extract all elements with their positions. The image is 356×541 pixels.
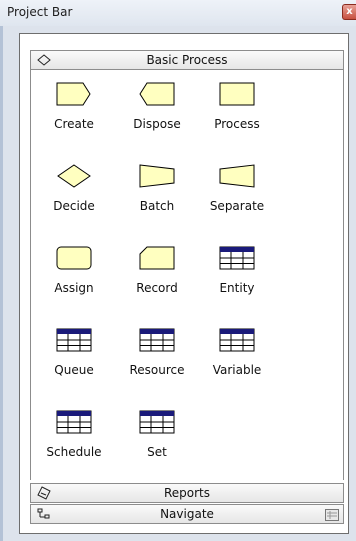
record-shape-icon [139, 246, 175, 270]
table-icon [56, 410, 92, 434]
module-label: Assign [54, 281, 94, 295]
module-dispose[interactable]: Dispose [117, 82, 197, 142]
module-batch[interactable]: Batch [117, 164, 197, 224]
module-schedule[interactable]: Schedule [34, 410, 114, 470]
module-create[interactable]: Create [34, 82, 114, 142]
module-label: Resource [129, 363, 185, 377]
module-record[interactable]: Record [117, 246, 197, 306]
separate-shape-icon [219, 164, 255, 188]
module-set[interactable]: Set [117, 410, 197, 470]
module-label: Create [54, 117, 94, 131]
decide-diamond-icon [57, 164, 91, 188]
table-icon [56, 328, 92, 352]
module-label: Batch [139, 199, 175, 213]
module-process[interactable]: Process [197, 82, 277, 142]
module-resource[interactable]: Resource [117, 328, 197, 388]
module-label: Decide [53, 199, 95, 213]
module-label: Entity [219, 281, 255, 295]
panel-header-basic-process[interactable]: Basic Process [30, 50, 344, 70]
close-button[interactable]: x [342, 4, 356, 20]
module-label: Separate [209, 199, 265, 213]
title-bar[interactable]: Project Bar x [0, 0, 356, 26]
panel-header-label: Reports [163, 486, 211, 500]
panel-header-label: Navigate [160, 507, 214, 521]
batch-shape-icon [139, 164, 175, 188]
module-label: Set [147, 445, 167, 459]
panel-options-icon[interactable] [325, 509, 339, 521]
close-icon: x [346, 6, 353, 17]
table-icon [139, 328, 175, 352]
panel-header-reports[interactable]: Reports [30, 483, 344, 503]
module-label: Record [136, 281, 178, 295]
window-edge [0, 26, 3, 541]
module-label: Variable [212, 363, 262, 377]
create-shape-icon [56, 82, 91, 106]
module-panel-basic-process: Create Dispose Process Decide Batch Sepa… [30, 70, 344, 480]
module-label: Schedule [46, 445, 102, 459]
module-decide[interactable]: Decide [34, 164, 114, 224]
table-icon [219, 246, 255, 270]
module-label: Queue [54, 363, 94, 377]
panel-header-navigate[interactable]: Navigate [30, 504, 344, 524]
module-label: Dispose [133, 117, 181, 131]
process-shape-icon [219, 82, 255, 106]
module-assign[interactable]: Assign [34, 246, 114, 306]
module-queue[interactable]: Queue [34, 328, 114, 388]
module-label: Process [214, 117, 260, 131]
window-title: Project Bar [7, 5, 73, 19]
module-entity[interactable]: Entity [197, 246, 277, 306]
assign-shape-icon [56, 246, 92, 270]
panel-header-label: Basic Process [146, 53, 228, 67]
module-separate[interactable]: Separate [197, 164, 277, 224]
module-variable[interactable]: Variable [197, 328, 277, 388]
dispose-shape-icon [139, 82, 175, 106]
project-bar-window: Project Bar x Basic Process Create Dispo… [0, 0, 356, 541]
table-icon [139, 410, 175, 434]
table-icon [219, 328, 255, 352]
